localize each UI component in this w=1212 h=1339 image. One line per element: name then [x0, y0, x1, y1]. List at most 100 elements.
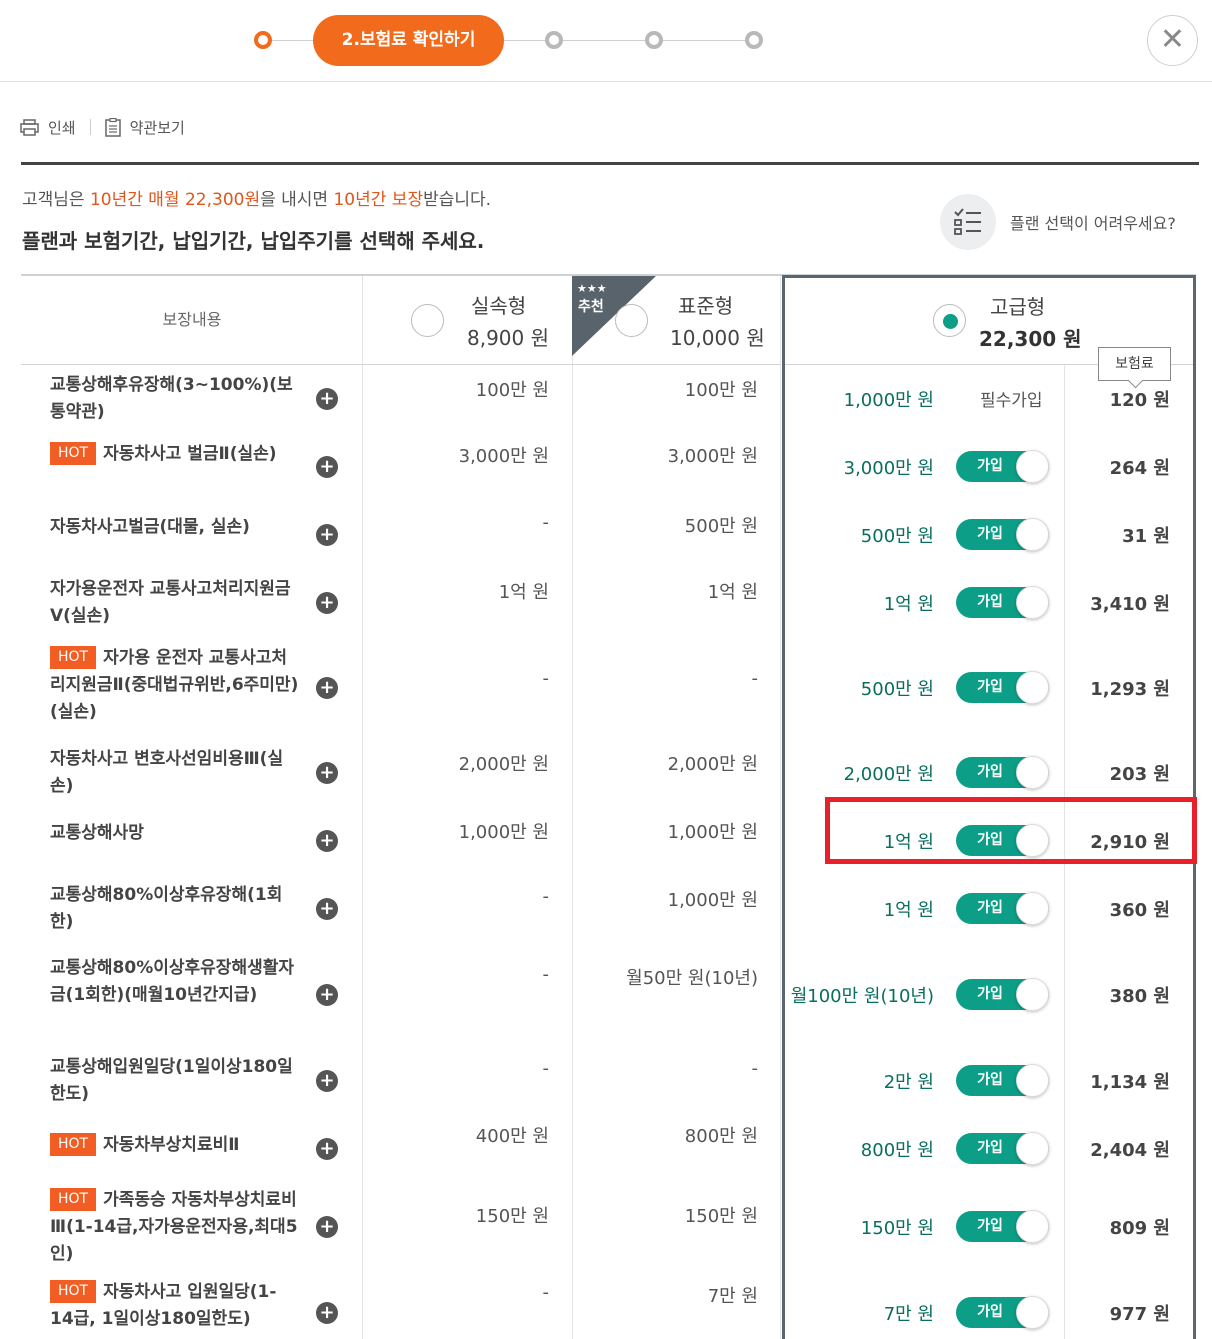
hot-badge: HOT — [50, 1133, 97, 1156]
plan-premium-value: 1억 원 — [883, 594, 934, 615]
expand-plus-icon[interactable]: + — [316, 1138, 338, 1160]
toggle-label: 가입 — [977, 900, 1003, 916]
plan-standard-value: 7만 원 — [707, 1286, 758, 1307]
coverage-label: 교통상해입원일당(1일이상180일한도) — [50, 1057, 293, 1104]
plan-premium-radio[interactable] — [933, 304, 966, 337]
coverage-name: 교통상해입원일당(1일이상180일한도) — [50, 1054, 300, 1108]
terms-link[interactable]: 약관보기 — [104, 117, 185, 138]
toggle-knob — [1016, 518, 1049, 551]
join-toggle[interactable]: 가입 — [956, 978, 1049, 1011]
print-label: 인쇄 — [48, 118, 76, 137]
expand-plus-icon[interactable]: + — [316, 388, 338, 410]
toggle-label: 가입 — [977, 764, 1003, 780]
plan-standard-value: 2,000만 원 — [667, 754, 758, 775]
plan-basic-name: 실속형 — [471, 294, 527, 318]
coverage-name: 교통상해사망 — [50, 820, 300, 847]
join-toggle[interactable]: 가입 — [956, 756, 1049, 789]
join-toggle[interactable]: 가입 — [956, 892, 1049, 925]
toggle-knob — [1016, 978, 1049, 1011]
plan-premium-value: 150만 원 — [860, 1218, 934, 1239]
plan-standard-radio[interactable] — [615, 304, 648, 337]
step-3-dot — [545, 31, 563, 49]
table-row: HOT 자동차사고 벌금Ⅱ(실손) +3,000만 원 3,000만 원 3,000만 … — [21, 432, 1196, 500]
plan-standard-value: 1,000만 원 — [667, 890, 758, 911]
expand-plus-icon[interactable]: + — [316, 1070, 338, 1092]
section-divider — [21, 162, 1199, 165]
summary-text: 고객님은 — [22, 190, 90, 210]
join-toggle[interactable]: 가입 — [956, 1064, 1049, 1097]
premium-amount: 2,404 원 — [1090, 1140, 1170, 1161]
coverage-name: 자가용운전자 교통사고처리지원금Ⅴ(실손) — [50, 576, 300, 630]
expand-plus-icon[interactable]: + — [316, 524, 338, 546]
premium-amount: 203 원 — [1109, 764, 1170, 785]
join-toggle[interactable]: 가입 — [956, 518, 1049, 551]
coverage-label: 자가용운전자 교통사고처리지원금Ⅴ(실손) — [50, 579, 291, 626]
join-toggle[interactable]: 가입 — [956, 1132, 1049, 1165]
coverage-label: 교통상해80%이상후유장해생활자금(1회한)(매월10년간지급) — [50, 958, 295, 1005]
plan-premium-value: 월100만 원(10년) — [790, 986, 934, 1007]
toggle-knob — [1016, 1132, 1049, 1165]
table-row: HOT 가족동승 자동차부상치료비Ⅲ(1-14급,자가용운전자용,최대5인) +15… — [21, 1182, 1196, 1270]
coverage-label: 교통상해80%이상후유장해(1회한) — [50, 885, 283, 932]
expand-plus-icon[interactable]: + — [316, 456, 338, 478]
table-row: 교통상해입원일당(1일이상180일한도) + - - 2만 원 가입 1,134 원 — [21, 1046, 1196, 1114]
print-link[interactable]: 인쇄 — [20, 117, 76, 138]
plan-basic-radio[interactable] — [411, 304, 444, 337]
expand-plus-icon[interactable]: + — [316, 762, 338, 784]
plan-standard-value: 500만 원 — [684, 516, 758, 537]
toggle-label: 가입 — [977, 458, 1003, 474]
expand-plus-icon[interactable]: + — [316, 1302, 338, 1324]
plan-premium-value: 800만 원 — [860, 1140, 934, 1161]
premium-amount: 380 원 — [1109, 986, 1170, 1007]
plan-standard-value: - — [751, 668, 759, 689]
progress-header: 2.보험료 확인하기 ✕ — [0, 0, 1212, 82]
plan-premium-value: 500만 원 — [860, 679, 934, 700]
premium-amount: 3,410 원 — [1090, 594, 1170, 615]
plan-standard-value: 100만 원 — [684, 380, 758, 401]
expand-plus-icon[interactable]: + — [316, 984, 338, 1006]
expand-plus-icon[interactable]: + — [316, 830, 338, 852]
step-4-dot — [645, 31, 663, 49]
plan-premium-name: 고급형 — [990, 295, 1046, 319]
coverage-name: 교통상해후유장해(3~100%)(보통약관) — [50, 372, 300, 426]
join-toggle[interactable]: 가입 — [956, 1296, 1049, 1329]
plan-basic-value: - — [542, 668, 550, 689]
join-toggle[interactable]: 가입 — [956, 450, 1049, 483]
close-button[interactable]: ✕ — [1147, 15, 1198, 66]
plan-standard-value: 800만 원 — [684, 1126, 758, 1147]
tool-links: 인쇄 약관보기 — [20, 114, 185, 140]
expand-plus-icon[interactable]: + — [316, 1216, 338, 1238]
plan-basic-value: 3,000만 원 — [458, 446, 549, 467]
step-5-dot — [745, 31, 763, 49]
plan-basic-value: - — [542, 1058, 550, 1079]
join-toggle[interactable]: 가입 — [956, 671, 1049, 704]
expand-plus-icon[interactable]: + — [316, 677, 338, 699]
table-row: HOT 자동차부상치료비Ⅱ +400만 원 800만 원 800만 원 가입 2,404 원 — [21, 1114, 1196, 1182]
table-row: 자가용운전자 교통사고처리지원금Ⅴ(실손) +1억 원 1억 원 1억 원 가입 3,41… — [21, 568, 1196, 636]
coverage-name: HOT 가족동승 자동차부상치료비Ⅲ(1-14급,자가용운전자용,최대5인) — [50, 1187, 300, 1268]
summary-highlight: 10년간 — [89, 190, 143, 210]
coverage-label: 교통상해사망 — [50, 823, 144, 843]
expand-plus-icon[interactable]: + — [316, 592, 338, 614]
expand-plus-icon[interactable]: + — [316, 898, 338, 920]
recommend-stars: ★★★ — [577, 282, 607, 295]
plan-premium-value: 7만 원 — [883, 1304, 934, 1325]
summary-highlight: 매월 22,300원 — [148, 190, 261, 210]
step-connector — [502, 40, 752, 41]
toggle-knob — [1016, 892, 1049, 925]
plan-help-button[interactable]: 플랜 선택이 어려우세요? — [940, 194, 1176, 250]
instruction-text: 플랜과 보험기간, 납입기간, 납입주기를 선택해 주세요. — [22, 229, 485, 253]
toggle-label: 가입 — [977, 1140, 1003, 1156]
toggle-label: 가입 — [977, 594, 1003, 610]
plan-basic-value: 1억 원 — [498, 582, 549, 603]
coverage-name: HOT 자가용 운전자 교통사고처리지원금Ⅱ(중대법규위반,6주미만)(실손) — [50, 645, 300, 726]
recommend-label: 추천 — [578, 299, 604, 315]
summary-text: 받습니다. — [423, 190, 492, 210]
join-toggle[interactable]: 가입 — [956, 1210, 1049, 1243]
toggle-knob — [1016, 756, 1049, 789]
premium-amount: 120 원 — [1109, 390, 1170, 411]
plan-standard-name: 표준형 — [678, 294, 734, 318]
join-toggle[interactable]: 가입 — [956, 586, 1049, 619]
premium-amount: 31 원 — [1122, 526, 1170, 547]
plan-basic-value: - — [542, 886, 550, 907]
